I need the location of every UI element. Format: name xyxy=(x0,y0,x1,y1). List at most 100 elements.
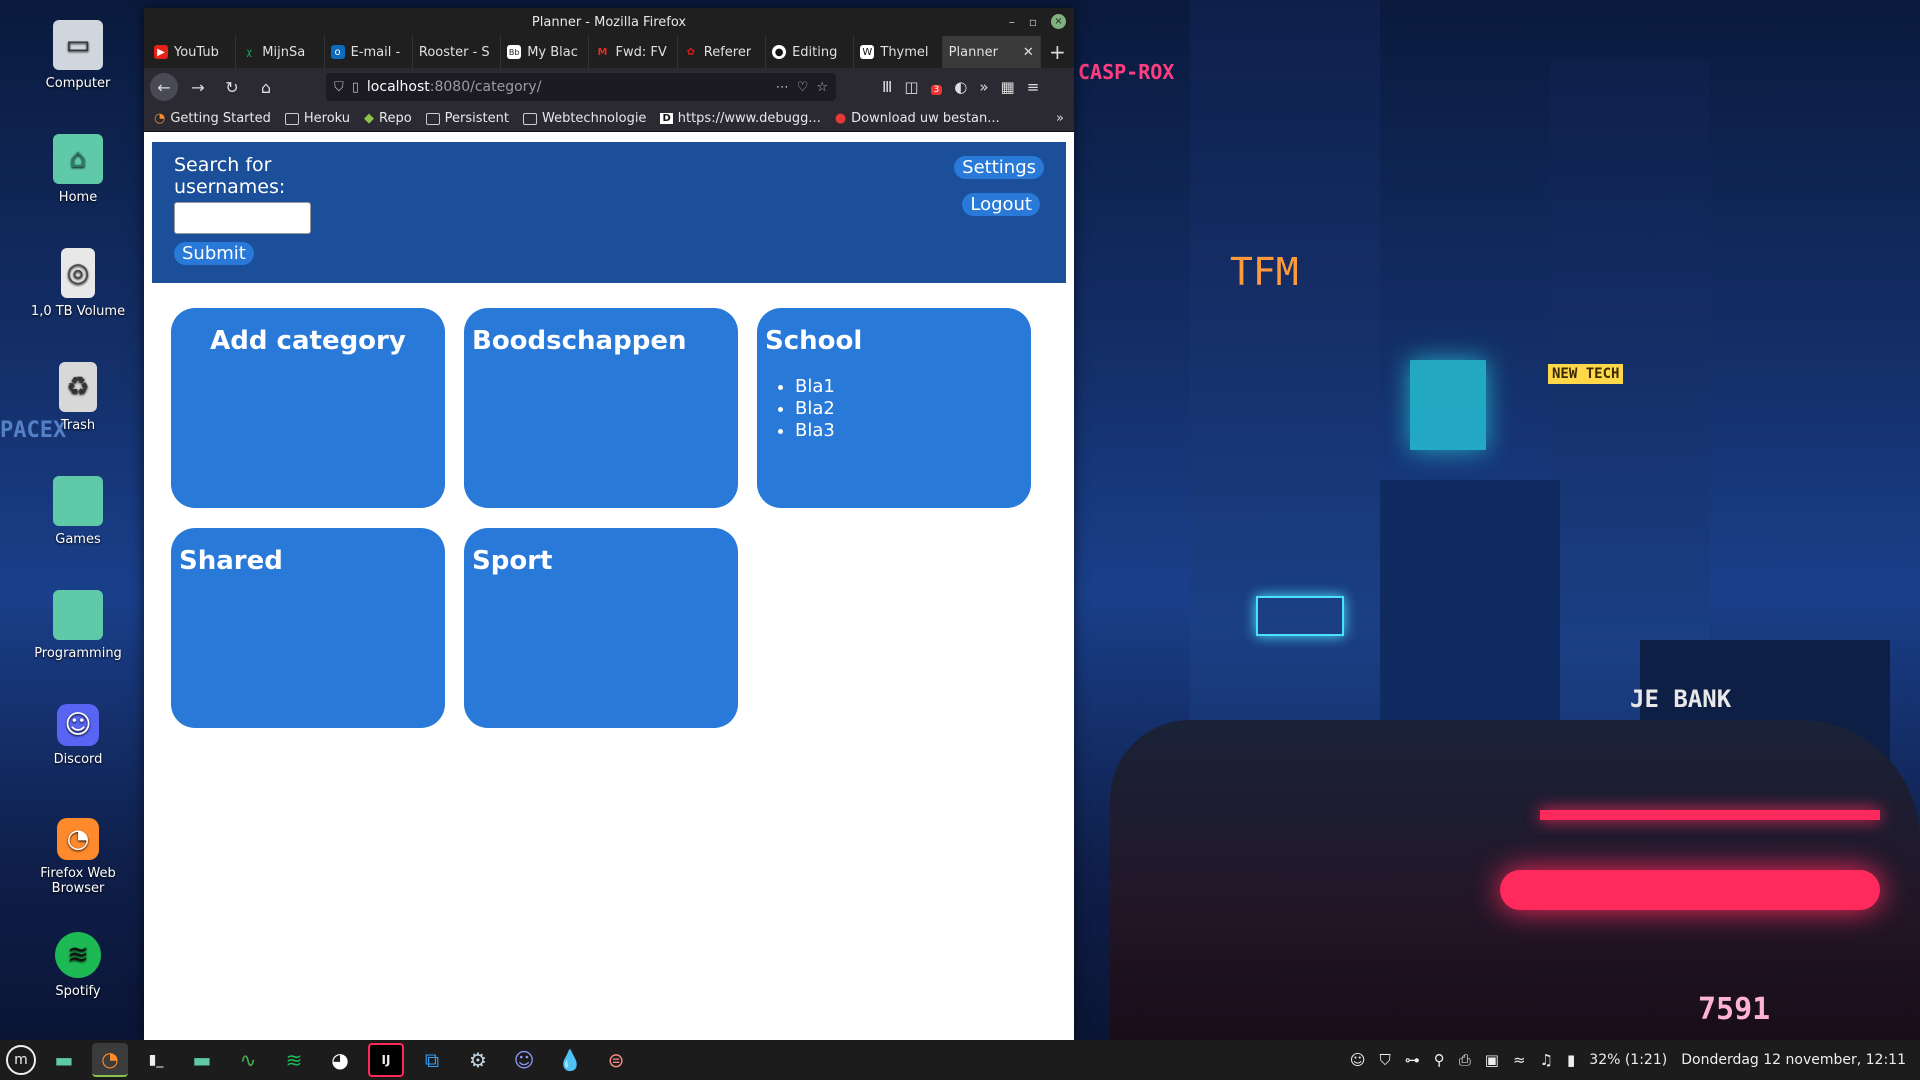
location-icon[interactable]: ⚲ xyxy=(1434,1051,1445,1069)
bookmark-folder-heroku[interactable]: Heroku xyxy=(284,111,350,126)
spotify-icon[interactable]: ≋ xyxy=(276,1043,312,1077)
desktop-icon-spotify[interactable]: ≋ Spotify xyxy=(28,932,128,999)
desktop-icon-firefox[interactable]: ◔ Firefox Web Browser xyxy=(28,818,128,896)
tab-youtube[interactable]: ▶ YouTub xyxy=(148,36,237,68)
shield-icon: ⛉ xyxy=(334,79,344,95)
network-icon[interactable]: ⊶ xyxy=(1405,1051,1420,1069)
desktop-icon-computer[interactable]: ▭ Computer xyxy=(28,20,128,91)
redshift-icon[interactable]: ⊜ xyxy=(598,1043,634,1077)
back-button[interactable]: ← xyxy=(150,73,178,101)
arrow-right-icon: → xyxy=(191,77,205,97)
maximize-button[interactable]: ▫ xyxy=(1029,15,1037,29)
vpn-icon[interactable]: ⛉ xyxy=(1380,1051,1391,1069)
steam-icon[interactable]: ⚙ xyxy=(460,1043,496,1077)
tab-github-editing[interactable]: ● Editing xyxy=(766,36,855,68)
discord-icon[interactable]: ☺ xyxy=(506,1043,542,1077)
window-titlebar[interactable]: Planner - Mozilla Firefox – ▫ × xyxy=(144,8,1074,36)
overflow-icon[interactable]: » xyxy=(979,78,988,96)
tab-mijnsax[interactable]: χ MijnSa xyxy=(236,36,325,68)
bookmark-repo[interactable]: ◆ Repo xyxy=(364,111,412,126)
tab-email[interactable]: o E-mail - xyxy=(325,36,413,68)
bookmark-debug[interactable]: D https://www.debugg... xyxy=(660,111,821,126)
files-icon[interactable]: ▬ xyxy=(46,1043,82,1077)
extensions-menu-icon[interactable]: ▦ xyxy=(1001,78,1015,96)
desktop-icon-discord[interactable]: ☺ Discord xyxy=(28,704,128,767)
update-icon[interactable]: ▣ xyxy=(1485,1051,1499,1069)
bookmarks-overflow-icon[interactable]: » xyxy=(1056,111,1064,126)
bookmark-download[interactable]: ● Download uw bestan... xyxy=(835,111,1000,126)
tab-thymeleaf[interactable]: W Thymel xyxy=(854,36,943,68)
page-actions-icon[interactable]: ⋯ xyxy=(776,80,789,95)
desktop-icon-label: Programming xyxy=(34,646,122,661)
category-card[interactable]: Shared xyxy=(171,528,445,728)
battery-status[interactable]: 32% (1:21) xyxy=(1589,1052,1667,1068)
intellij-icon[interactable]: IJ xyxy=(368,1043,404,1077)
desktop-icon-home[interactable]: ⌂ Home xyxy=(28,134,128,205)
system-monitor-icon[interactable]: ∿ xyxy=(230,1043,266,1077)
username-search-input[interactable] xyxy=(174,202,311,234)
bookmark-label: Repo xyxy=(379,111,412,126)
folder-icon xyxy=(53,476,103,526)
close-tab-icon[interactable]: ✕ xyxy=(1023,45,1034,60)
list-item[interactable]: Bla2 xyxy=(795,398,1023,420)
tab-label: Thymel xyxy=(880,44,929,60)
wifi-icon[interactable]: ≈ xyxy=(1513,1051,1526,1069)
addon-badge: 3 xyxy=(930,85,943,95)
tab-blackboard[interactable]: Bb My Blac xyxy=(501,36,590,68)
terminal-icon[interactable]: ▮_ xyxy=(138,1043,174,1077)
tab-gmail[interactable]: M Fwd: FV xyxy=(589,36,678,68)
mailspring-icon[interactable]: 💧 xyxy=(552,1043,588,1077)
sidebar-icon[interactable]: ◫ xyxy=(904,78,918,96)
desktop-icon-trash[interactable]: ♻ Trash xyxy=(28,362,128,433)
minimize-button[interactable]: – xyxy=(1009,15,1015,29)
music-icon[interactable]: ♫ xyxy=(1540,1051,1553,1069)
folder-icon xyxy=(522,112,537,125)
tab-label: Fwd: FV xyxy=(615,44,667,60)
bookmark-folder-webtechnologie[interactable]: Webtechnologie xyxy=(522,111,647,126)
system-tray: ☺ ⛉ ⊶ ⚲ ⎙ ▣ ≈ ♫ ▮ 32% (1:21) Donderdag 1… xyxy=(1350,1051,1914,1069)
mint-menu-icon[interactable]: m xyxy=(6,1045,36,1075)
desktop-icon-programming[interactable]: Programming xyxy=(28,590,128,661)
url-bar[interactable]: ⛉ ▯ localhost:8080/category/ ⋯ ♡ ☆ xyxy=(326,73,836,101)
hamburger-menu-icon[interactable]: ≡ xyxy=(1027,78,1040,96)
category-card[interactable]: School Bla1 Bla2 Bla3 xyxy=(757,308,1031,508)
close-window-button[interactable]: × xyxy=(1051,14,1066,29)
forward-button[interactable]: → xyxy=(184,73,212,101)
battery-icon[interactable]: ▮ xyxy=(1567,1051,1575,1069)
discord-tray-icon[interactable]: ☺ xyxy=(1350,1051,1366,1069)
desktop-icon-volume[interactable]: ◎ 1,0 TB Volume xyxy=(28,248,128,319)
bookmark-folder-persistent[interactable]: Persistent xyxy=(425,111,509,126)
add-category-card[interactable]: Add category xyxy=(171,308,445,508)
home-button[interactable]: ⌂ xyxy=(252,73,280,101)
pocket-icon[interactable]: ♡ xyxy=(797,80,809,95)
printer-icon[interactable]: ⎙ xyxy=(1459,1051,1471,1069)
reload-button[interactable]: ↻ xyxy=(218,73,246,101)
clock[interactable]: Donderdag 12 november, 12:11 xyxy=(1681,1052,1906,1068)
logout-button[interactable]: Logout xyxy=(962,193,1040,216)
library-icon[interactable]: Ⅲ xyxy=(882,78,892,96)
bookmark-getting-started[interactable]: ◔ Getting Started xyxy=(154,111,271,126)
settings-button[interactable]: Settings xyxy=(954,156,1044,179)
new-tab-button[interactable]: + xyxy=(1041,36,1074,68)
bookmark-label: Webtechnologie xyxy=(541,111,647,126)
tab-planner[interactable]: Planner ✕ xyxy=(942,36,1041,68)
category-card[interactable]: Sport xyxy=(464,528,738,728)
blackboard-icon: Bb xyxy=(507,45,522,59)
extension-icon[interactable]: ◐ xyxy=(954,78,967,96)
addon-icon[interactable]: 3 xyxy=(930,78,943,96)
whatsapp-icon[interactable]: ◕ xyxy=(322,1043,358,1077)
category-card[interactable]: Boodschappen xyxy=(464,308,738,508)
bookmark-star-icon[interactable]: ☆ xyxy=(816,80,828,95)
submit-button[interactable]: Submit xyxy=(174,242,254,265)
tab-rooster[interactable]: Rooster - S xyxy=(413,36,502,68)
tab-reference[interactable]: ✿ Referer xyxy=(678,36,767,68)
vscode-icon[interactable]: ⧉ xyxy=(414,1043,450,1077)
list-item[interactable]: Bla1 xyxy=(795,376,1023,398)
nemo-icon[interactable]: ▬ xyxy=(184,1043,220,1077)
wallpaper-sign: TFM xyxy=(1230,250,1299,294)
list-item[interactable]: Bla3 xyxy=(795,420,1023,442)
web-page: Search for usernames: Submit Settings Lo… xyxy=(144,132,1074,1040)
firefox-icon[interactable]: ◔ xyxy=(92,1043,128,1077)
desktop-icon-games[interactable]: Games xyxy=(28,476,128,547)
wallpaper-sign: NEW TECH xyxy=(1548,364,1624,384)
